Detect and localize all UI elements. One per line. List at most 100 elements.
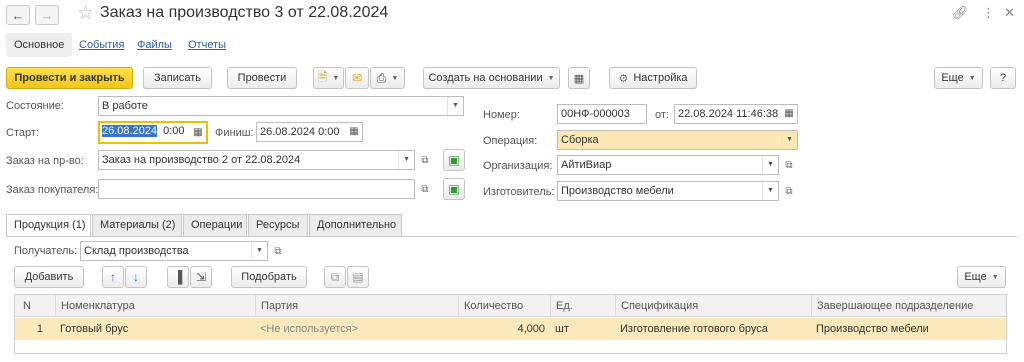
chevron-down-icon[interactable]: ▼ [762,156,778,174]
settings-button[interactable]: ⚙ Настройка [609,67,697,89]
fill-icon: ⇲ [195,270,207,284]
subtab-files[interactable]: Файлы [137,33,172,57]
add-button[interactable]: Добавить [14,266,84,288]
order-value: Заказ на производство 2 от 22.08.2024 [102,154,301,166]
cell-batch: <Не используется> [260,323,359,335]
col-header-unit[interactable]: Ед. [550,295,615,317]
more-menu-icon[interactable]: ⋮ [982,5,995,21]
save-button[interactable]: Записать [143,67,212,89]
arrow-right-icon: → [40,7,54,23]
recipient-label: Получатель: [14,245,78,257]
envelope-icon: ✉ [351,71,363,85]
print-dropdown-button[interactable]: ⎙ ▼ [370,67,405,89]
create-buyer-order-button[interactable]: ▣ [443,178,465,200]
tab-additional[interactable]: Дополнительно [309,214,402,236]
arrow-left-icon: ← [11,7,25,23]
chevron-down-icon[interactable]: ▼ [781,131,797,149]
calendar-icon[interactable]: ▦ [781,105,797,123]
col-header-nomenclature[interactable]: Номенклатура [55,295,255,317]
finish-value: 26.08.2024 0:00 [260,126,340,138]
cell-specification: Изготовление готового бруса [620,323,768,335]
tab-products[interactable]: Продукция (1) [6,214,91,237]
number-field[interactable]: 00НФ-000003 [557,104,647,124]
state-label: Состояние: [6,100,64,112]
table-row[interactable]: 1 Готовый брус <Не используется> 4,000 ш… [15,318,1006,340]
settings-label: Настройка [633,72,688,84]
copy-button[interactable]: ⧉ [324,266,346,288]
state-select[interactable]: В работе ▼ [98,96,464,116]
open-icon[interactable]: ⧉ [782,184,796,198]
forward-button[interactable]: → [35,5,59,25]
create-based-on-button[interactable]: Создать на основании ▼ [423,67,560,89]
gear-icon: ⚙ [618,72,629,85]
paste-button[interactable]: ▤ [347,266,369,288]
open-icon[interactable]: ⧉ [418,182,432,196]
organization-select[interactable]: АйтиВиар ▼ [557,155,779,175]
copy-icon: ⧉ [330,269,340,284]
col-header-quantity[interactable]: Количество [458,295,550,317]
barcode-button[interactable]: ▐ [167,266,189,288]
favorite-star-icon[interactable]: ☆ [77,2,94,25]
production-order-select[interactable]: Заказ на производство 2 от 22.08.2024 ▼ [98,150,415,170]
manufacturer-label: Изготовитель: [483,186,555,198]
pick-button[interactable]: Подобрать [231,266,307,288]
col-header-specification[interactable]: Спецификация [615,295,811,317]
finish-date-field[interactable]: 26.08.2024 0:00 ▦ [256,122,363,142]
calendar-icon[interactable]: ▦ [346,123,362,141]
operation-select[interactable]: Сборка ▼ [557,130,798,150]
cell-final-department: Производство мебели [816,323,929,335]
create-order-button[interactable]: ▣ [443,149,465,171]
col-header-n[interactable]: N [15,295,55,317]
tab-operations[interactable]: Операции [183,214,247,236]
start-date-field[interactable]: 26.08.2024 0:00 ▦ [98,121,208,144]
open-icon[interactable]: ⧉ [271,244,285,258]
subtab-main[interactable]: Основное [6,33,73,57]
state-value: В работе [102,100,148,112]
tab-resources[interactable]: Ресурсы [248,214,308,236]
from-label: от: [655,109,669,121]
document-green-icon: 🗎︎ [317,69,328,84]
back-button[interactable]: ← [6,5,30,25]
subtab-events[interactable]: События [79,33,124,57]
recipient-select[interactable]: Склад производства ▼ [80,241,268,261]
help-button[interactable]: ? [990,67,1016,89]
tab-materials[interactable]: Материалы (2) [92,214,182,236]
move-up-button[interactable]: ↑ [102,266,124,288]
manufacturer-select[interactable]: Производство мебели ▼ [557,181,779,201]
link-icon[interactable]: 🔗︎ [952,5,969,21]
post-and-close-button[interactable]: Провести и закрыть [6,67,133,89]
create-based-on-label: Создать на основании [428,72,543,84]
start-date-selected: 26.08.2024 [102,125,158,137]
arrow-up-icon: ↑ [110,270,116,284]
chevron-down-icon[interactable]: ▼ [762,182,778,200]
attach-dropdown-button[interactable]: 🗎︎ ▼ [313,67,344,89]
move-down-button[interactable]: ↓ [125,266,147,288]
buyer-order-field[interactable] [98,179,415,199]
doc-date-field[interactable]: 22.08.2024 11:46:38 ▦ [674,104,798,124]
doc-date-value: 22.08.2024 11:46:38 [678,108,779,120]
subtab-reports[interactable]: Отчеты [188,33,226,57]
more-label: Еще [941,72,964,84]
open-icon[interactable]: ⧉ [782,158,796,172]
email-button[interactable]: ✉ [345,67,369,89]
close-icon[interactable]: ✕ [1004,5,1015,21]
operation-label: Операция: [483,135,538,147]
chevron-down-icon[interactable]: ▼ [251,242,267,260]
post-button[interactable]: Провести [227,67,297,89]
start-label: Старт: [6,127,39,139]
table-more-button[interactable]: Еще ▼ [957,266,1006,288]
chevron-down-icon[interactable]: ▼ [398,151,414,169]
col-header-final-department[interactable]: Завершающее подразделение [811,295,1007,317]
buyer-order-label: Заказ покупателя: [6,184,99,196]
organization-label: Организация: [483,160,553,172]
col-header-batch[interactable]: Партия [255,295,458,317]
calendar-icon[interactable]: ▦ [190,124,206,142]
chevron-down-icon[interactable]: ▼ [447,97,463,115]
more-button[interactable]: Еще ▼ [934,67,983,89]
cell-n: 1 [36,323,43,335]
products-table: N Номенклатура Партия Количество Ед. Спе… [14,294,1007,354]
open-icon[interactable]: ⧉ [418,153,432,167]
operation-value: Сборка [561,134,599,146]
structure-button[interactable]: ▦ [568,67,590,89]
fill-button[interactable]: ⇲ [190,266,212,288]
